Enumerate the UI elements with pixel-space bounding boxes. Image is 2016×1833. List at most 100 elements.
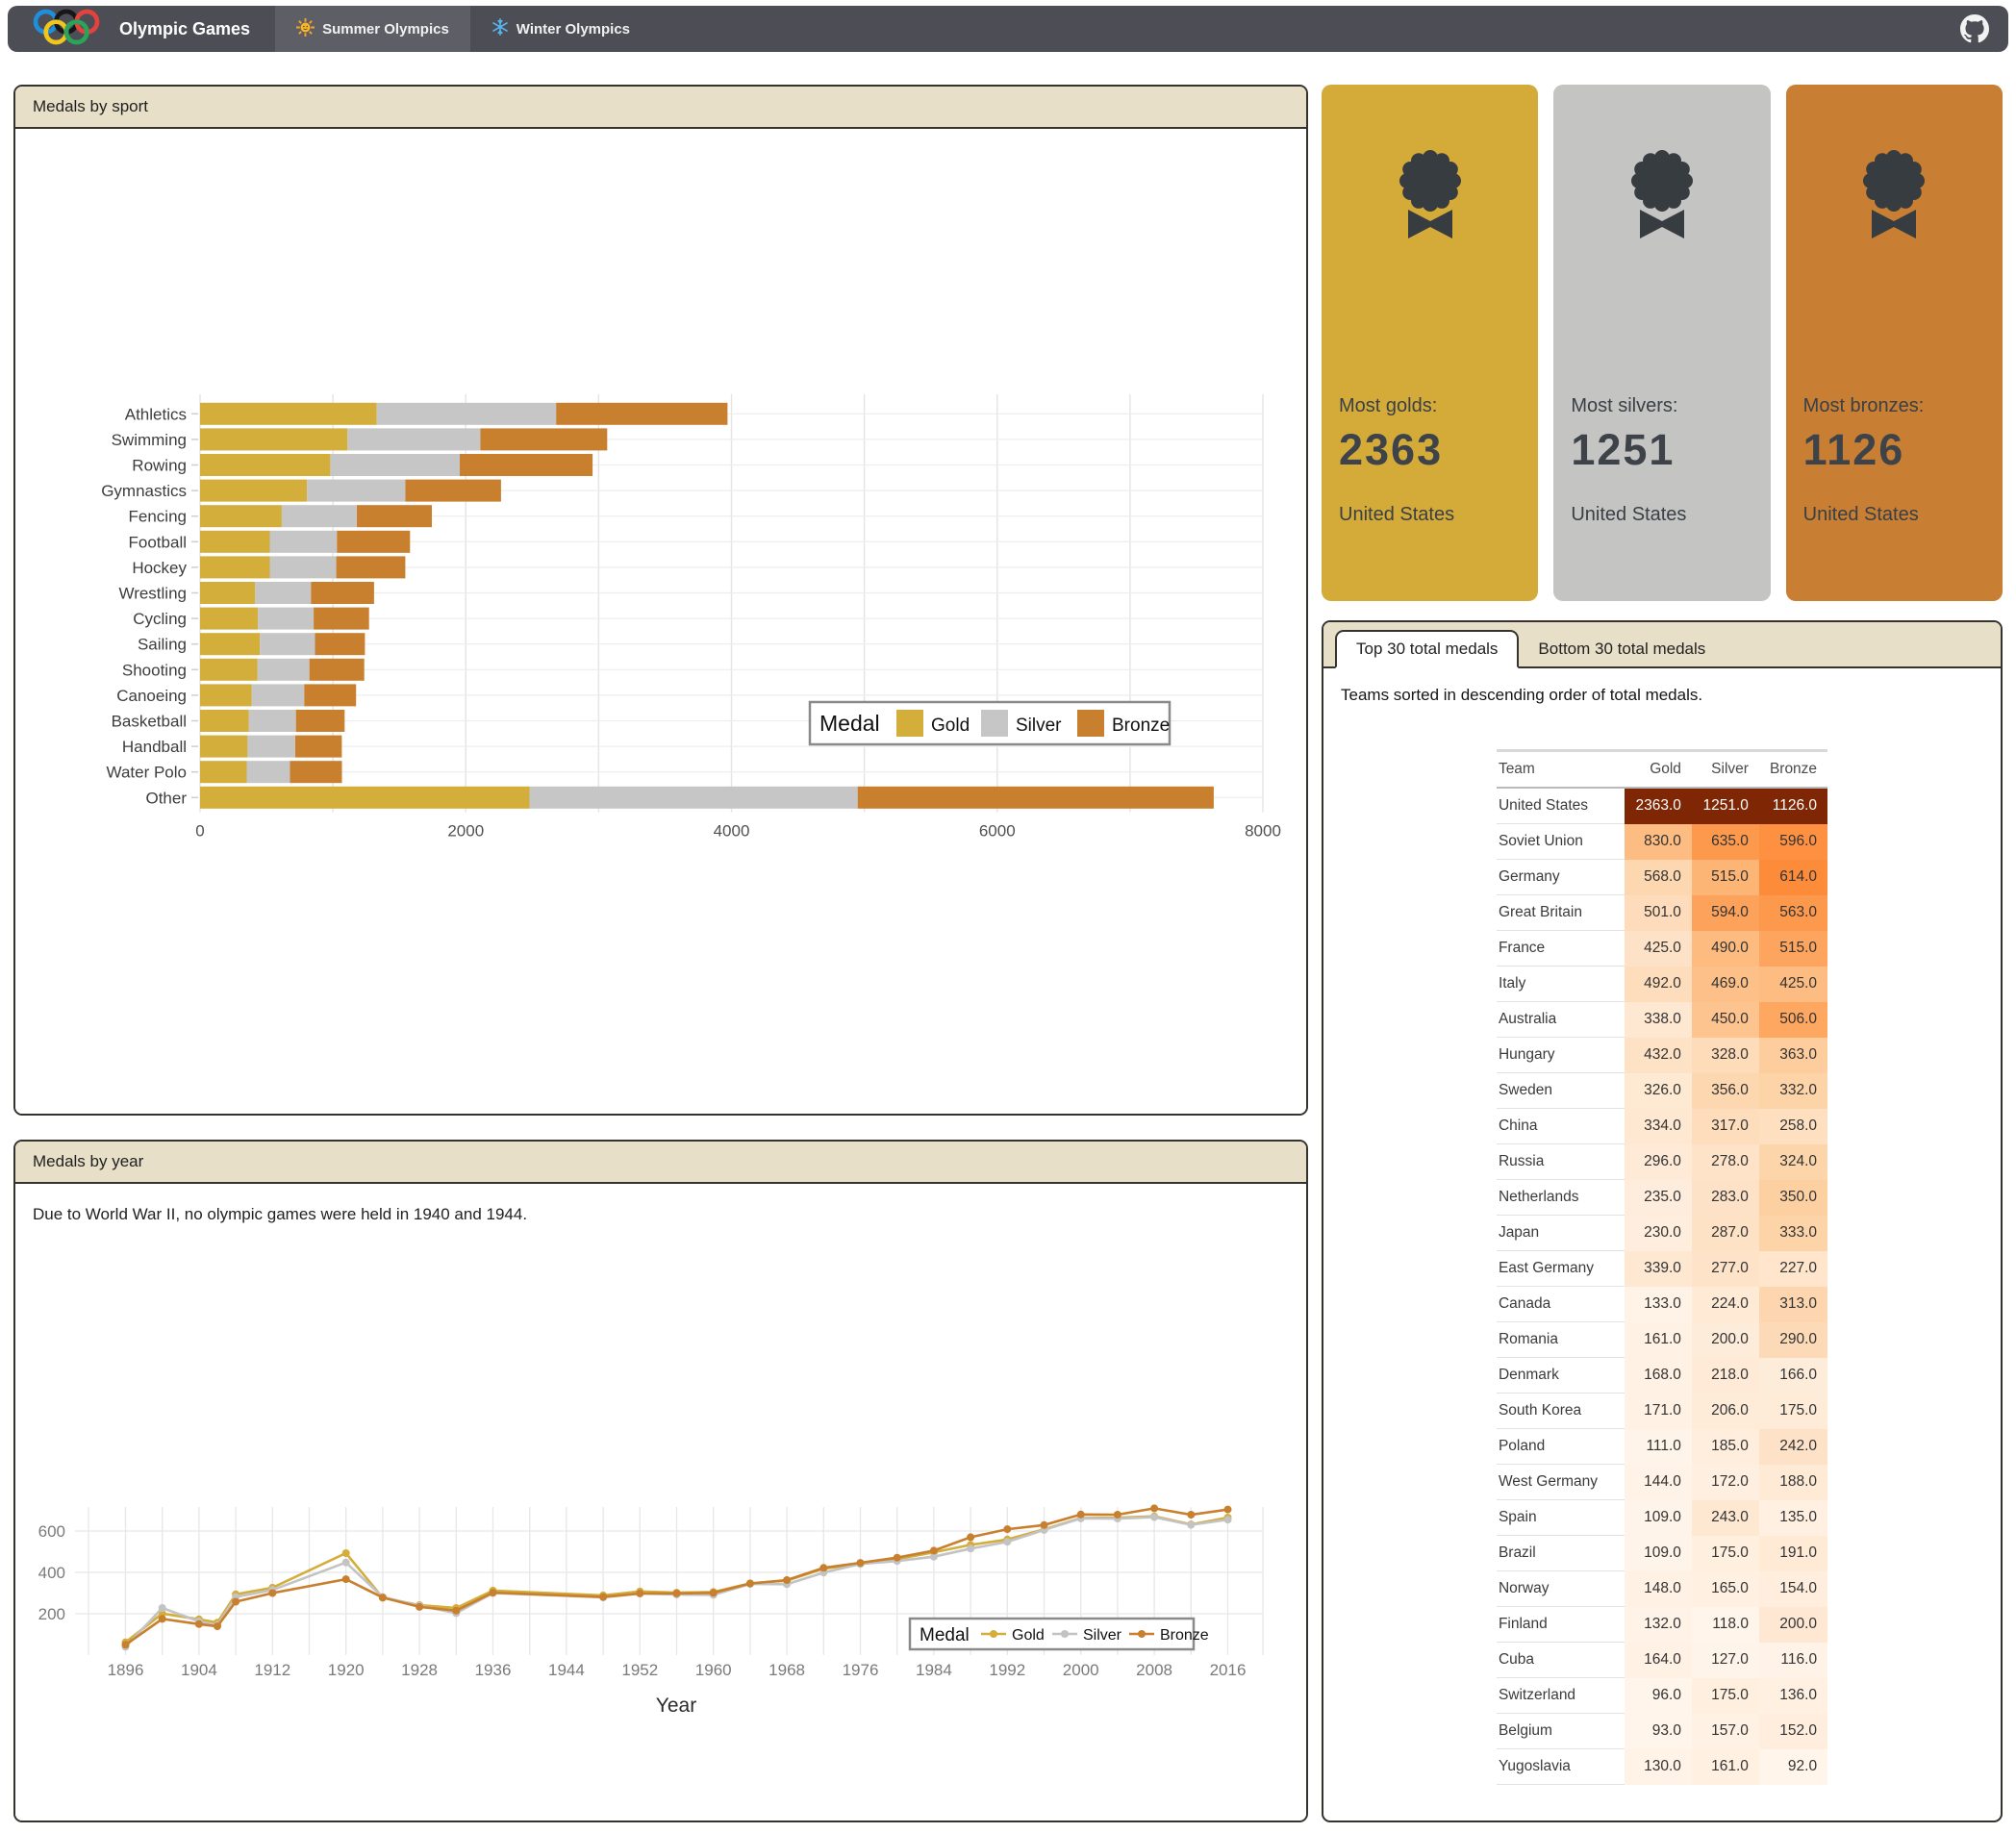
gold-count: 339.0 [1625, 1251, 1692, 1287]
svg-text:Medal: Medal [920, 1625, 970, 1645]
tab-winter-label: Winter Olympics [517, 21, 630, 38]
gold-count: 144.0 [1625, 1465, 1692, 1500]
silver-count: 515.0 [1692, 860, 1759, 895]
silver-count: 287.0 [1692, 1216, 1759, 1251]
svg-text:1984: 1984 [916, 1661, 952, 1679]
silver-count: 200.0 [1692, 1322, 1759, 1358]
total-medals-panel: Top 30 total medals Bottom 30 total meda… [1322, 620, 2003, 1822]
column-header-silver: Silver [1692, 751, 1759, 789]
team-name: Netherlands [1497, 1180, 1625, 1216]
bronze-count: 135.0 [1759, 1500, 1827, 1536]
svg-text:1952: 1952 [621, 1661, 658, 1679]
bar-hockey [200, 556, 405, 578]
team-name: Norway [1497, 1571, 1625, 1607]
team-name: Switzerland [1497, 1678, 1625, 1714]
table-row: Netherlands235.0283.0350.0 [1497, 1180, 1827, 1216]
svg-text:Bronze: Bronze [1160, 1627, 1209, 1644]
table-row: China334.0317.0258.0 [1497, 1109, 1827, 1144]
table-row: Germany568.0515.0614.0 [1497, 860, 1827, 895]
medals-by-sport-panel: Medals by sport AthleticsSwimmingRowingG… [13, 85, 1308, 1116]
bronze-count: 313.0 [1759, 1287, 1827, 1322]
svg-text:1960: 1960 [695, 1661, 732, 1679]
bronze-count: 175.0 [1759, 1394, 1827, 1429]
bronze-count: 290.0 [1759, 1322, 1827, 1358]
bronze-medal-icon [1853, 140, 1934, 259]
ww2-note: Due to World War II, no olympic games we… [33, 1205, 527, 1224]
bronze-count: 258.0 [1759, 1109, 1827, 1144]
bronze-count: 333.0 [1759, 1216, 1827, 1251]
bar-wrestling [200, 582, 374, 604]
gold-count: 2363.0 [1625, 788, 1692, 824]
svg-text:Canoeing: Canoeing [116, 687, 187, 705]
gold-count: 109.0 [1625, 1500, 1692, 1536]
svg-text:Silver: Silver [1016, 716, 1062, 736]
bronze-count: 92.0 [1759, 1749, 1827, 1785]
svg-text:Swimming: Swimming [112, 431, 187, 449]
card-label: Most bronzes: [1803, 395, 1985, 417]
gold-count: 425.0 [1625, 931, 1692, 967]
silver-count: 172.0 [1692, 1465, 1759, 1500]
gold-count: 111.0 [1625, 1429, 1692, 1465]
card-team: United States [1571, 504, 1752, 601]
github-icon[interactable] [1960, 14, 1989, 43]
column-header-bronze: Bronze [1759, 751, 1827, 789]
silver-count: 161.0 [1692, 1749, 1759, 1785]
silver-medal-icon [1622, 140, 1702, 259]
silver-count: 356.0 [1692, 1073, 1759, 1109]
medals-by-sport-title: Medals by sport [15, 87, 1306, 129]
silver-count: 175.0 [1692, 1536, 1759, 1571]
svg-text:1896: 1896 [108, 1661, 144, 1679]
medals-by-sport-chart: AthleticsSwimmingRowingGymnasticsFencing… [15, 129, 1306, 1114]
silver-count: 635.0 [1692, 824, 1759, 860]
silver-count: 224.0 [1692, 1287, 1759, 1322]
table-row: Spain109.0243.0135.0 [1497, 1500, 1827, 1536]
sun-icon [296, 18, 315, 40]
silver-count: 165.0 [1692, 1571, 1759, 1607]
table-row: Denmark168.0218.0166.0 [1497, 1358, 1827, 1394]
table-row: Poland111.0185.0242.0 [1497, 1429, 1827, 1465]
bar-football [200, 531, 410, 553]
silver-count: 185.0 [1692, 1429, 1759, 1465]
gold-count: 96.0 [1625, 1678, 1692, 1714]
card-label: Most silvers: [1571, 395, 1752, 417]
bronze-count: 136.0 [1759, 1678, 1827, 1714]
gold-count: 133.0 [1625, 1287, 1692, 1322]
svg-text:Silver: Silver [1083, 1627, 1122, 1644]
team-name: United States [1497, 788, 1625, 824]
silver-count: 206.0 [1692, 1394, 1759, 1429]
svg-text:Year: Year [656, 1695, 696, 1717]
svg-text:1912: 1912 [254, 1661, 290, 1679]
tab-winter-olympics[interactable]: Winter Olympics [470, 6, 651, 52]
gold-count: 432.0 [1625, 1038, 1692, 1073]
table-row: East Germany339.0277.0227.0 [1497, 1251, 1827, 1287]
bar-basketball [200, 710, 344, 732]
bar-shooting [200, 659, 365, 681]
gold-count: 109.0 [1625, 1536, 1692, 1571]
bar-canoeing [200, 684, 356, 706]
silver-count: 175.0 [1692, 1678, 1759, 1714]
svg-text:1904: 1904 [181, 1661, 217, 1679]
table-row: Japan230.0287.0333.0 [1497, 1216, 1827, 1251]
bronze-count: 188.0 [1759, 1465, 1827, 1500]
tab-top-30-total-medals[interactable]: Top 30 total medals [1335, 630, 1519, 668]
svg-text:Gymnastics: Gymnastics [101, 482, 187, 500]
table-row: Great Britain501.0594.0563.0 [1497, 895, 1827, 931]
bronze-count: 614.0 [1759, 860, 1827, 895]
table-row: Yugoslavia130.0161.092.0 [1497, 1749, 1827, 1785]
svg-text:Rowing: Rowing [132, 457, 187, 475]
app-title: Olympic Games [119, 19, 250, 39]
svg-text:4000: 4000 [714, 822, 750, 841]
table-row: Australia338.0450.0506.0 [1497, 1002, 1827, 1038]
card-most-silvers: Most silvers: 1251 United States [1553, 85, 1770, 601]
bronze-count: 191.0 [1759, 1536, 1827, 1571]
bronze-count: 515.0 [1759, 931, 1827, 967]
chart-legend: MedalGoldSilverBronze [910, 1619, 1209, 1649]
svg-text:Basketball: Basketball [112, 713, 187, 731]
tab-bottom-30-total-medals[interactable]: Bottom 30 total medals [1519, 632, 1725, 666]
team-name: Romania [1497, 1322, 1625, 1358]
bronze-count: 425.0 [1759, 967, 1827, 1002]
svg-text:Medal: Medal [819, 711, 880, 736]
tab-summer-olympics[interactable]: Summer Olympics [275, 6, 470, 52]
svg-text:2000: 2000 [447, 822, 484, 841]
column-header-team: Team [1497, 751, 1625, 789]
